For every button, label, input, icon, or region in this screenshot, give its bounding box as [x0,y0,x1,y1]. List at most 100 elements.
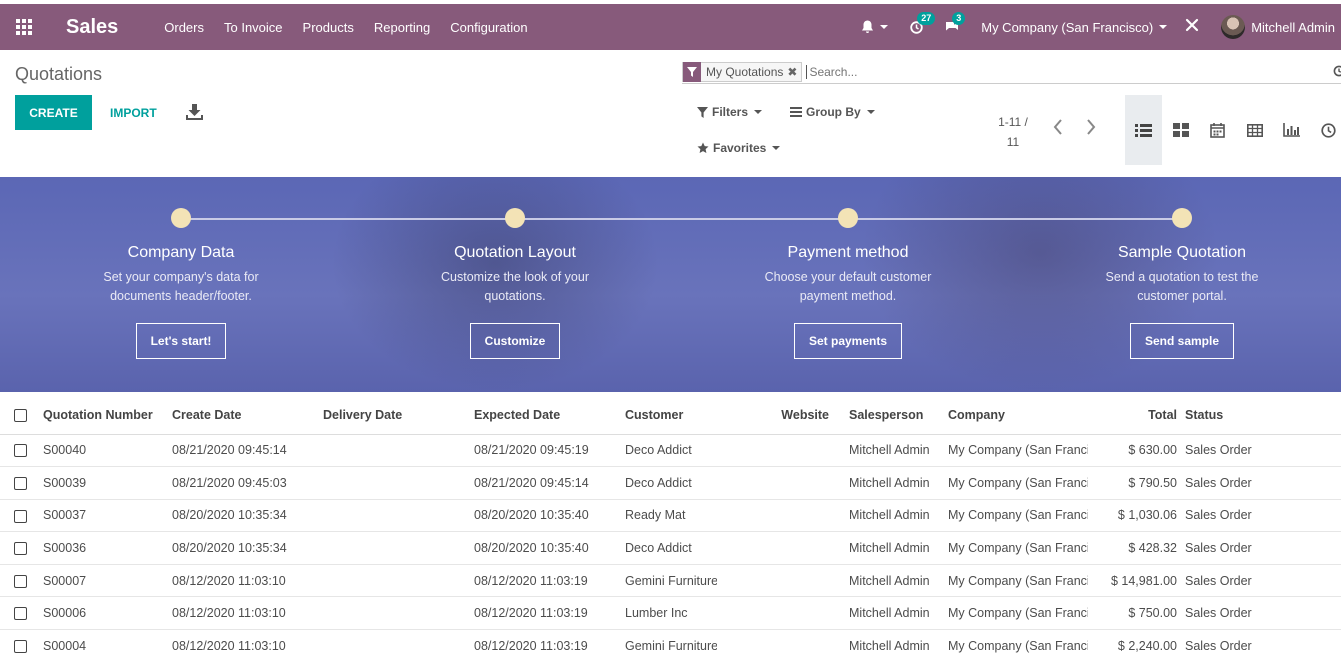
activity-view-button[interactable] [1310,95,1341,165]
filters-dropdown[interactable]: Filters [697,105,763,119]
row-checkbox[interactable] [0,629,43,661]
cell-salesperson: Mitchell Admin [849,563,948,597]
apps-menu-icon[interactable] [0,4,48,50]
cell-company: My Company (San Francisco) [948,433,1088,467]
cell-customer: Deco Addict [625,531,717,565]
search-facet[interactable]: My Quotations ✖ [682,61,803,82]
column-header-expected-date[interactable]: Expected Date [474,396,625,435]
row-checkbox[interactable] [0,498,43,532]
row-checkbox[interactable] [0,531,43,565]
cell-status: Sales Order [1185,531,1341,565]
avatar[interactable] [1221,15,1246,39]
column-header-customer[interactable]: Customer [625,396,717,435]
column-header-delivery-date[interactable]: Delivery Date [323,396,474,435]
pager-value[interactable]: 1-11 / 11 [988,112,1038,152]
company-name: My Company (San Francisco) [981,19,1154,35]
cell-create-date: 08/20/2020 10:35:34 [172,498,323,532]
pager-previous-button[interactable] [1052,118,1064,139]
cell-expected-date: 08/12/2020 11:03:19 [474,629,625,661]
notification-bell[interactable] [861,20,889,34]
import-button[interactable]: IMPORT [100,95,167,130]
cell-salesperson: Mitchell Admin [849,498,948,532]
cell-create-date: 08/12/2020 11:03:10 [172,596,323,630]
download-icon[interactable] [186,104,203,120]
lets-start-button[interactable]: Let's start! [135,323,227,359]
column-header-number[interactable]: Quotation Number [43,396,172,435]
column-header-salesperson[interactable]: Salesperson [849,396,948,435]
messaging-menu[interactable]: 3 [945,12,966,33]
table-row[interactable]: S00004 08/12/2020 11:03:10 08/12/2020 11… [0,629,1341,661]
user-menu[interactable]: Mitchell Admin [1251,20,1335,35]
cell-company: My Company (San Francisco) [948,531,1088,565]
cell-total: $ 2,240.00 [1088,629,1185,661]
app-title[interactable]: Sales [66,16,118,39]
step-description: Set your company's data for documents he… [103,270,259,303]
chevron-right-icon [1087,119,1096,135]
company-switcher[interactable]: My Company (San Francisco) [981,19,1168,35]
chevron-down-icon [1159,25,1168,29]
close-icon[interactable]: ✖ [787,65,801,79]
menu-item-to-invoice[interactable]: To Invoice [224,20,283,35]
search-input[interactable] [806,64,1307,79]
table-row[interactable]: S00007 08/12/2020 11:03:10 08/12/2020 11… [0,563,1341,597]
row-checkbox[interactable] [0,563,43,597]
step-description: Customize the look of your quotations. [441,270,589,303]
onboarding-banner: Company Data Set your company's data for… [0,177,1341,392]
menu-item-products[interactable]: Products [303,20,354,35]
table-row[interactable]: S00006 08/12/2020 11:03:10 08/12/2020 11… [0,596,1341,630]
table-row[interactable]: S00039 08/21/2020 09:45:03 08/21/2020 09… [0,466,1341,500]
activity-menu[interactable]: 27 [910,11,936,34]
calendar-view-button[interactable] [1199,95,1236,165]
table-row[interactable]: S00040 08/21/2020 09:45:14 08/21/2020 09… [0,433,1341,467]
bar-chart-icon [1283,123,1300,137]
cell-create-date: 08/20/2020 10:35:34 [172,531,323,565]
cell-status: Sales Order [1185,629,1341,661]
send-sample-button[interactable]: Send sample [1129,323,1235,359]
groupby-dropdown[interactable]: Group By [790,105,875,119]
kanban-view-button[interactable] [1162,95,1199,165]
list-view-button[interactable] [1125,95,1162,165]
filters-label: Filters [712,105,749,119]
column-header-total[interactable]: Total [1088,396,1185,435]
row-checkbox[interactable] [0,596,43,630]
menu-item-orders[interactable]: Orders [164,20,204,35]
step-dot [838,208,858,228]
cell-expected-date: 08/21/2020 09:45:19 [474,433,625,467]
cell-website [717,596,849,630]
graph-view-button[interactable] [1273,95,1310,165]
row-checkbox[interactable] [0,433,43,467]
column-header-company[interactable]: Company [948,396,1088,435]
step-description: Choose your default customer payment met… [764,270,932,303]
cell-status: Sales Order [1185,433,1341,467]
cell-status: Sales Order [1185,466,1341,500]
cell-website [717,498,849,532]
search-options-icon[interactable] [1333,64,1341,80]
customize-button[interactable]: Customize [469,323,561,359]
menu-item-reporting[interactable]: Reporting [374,20,430,35]
cell-delivery-date [323,563,474,597]
cell-delivery-date [323,466,474,500]
column-header-create-date[interactable]: Create Date [172,396,323,435]
table-row[interactable]: S00037 08/20/2020 10:35:34 08/20/2020 10… [0,498,1341,532]
cell-delivery-date [323,433,474,467]
onboarding-step-company-data: Company Data Set your company's data for… [81,208,281,359]
table-row[interactable]: S00036 08/20/2020 10:35:34 08/20/2020 10… [0,531,1341,565]
cell-company: My Company (San Francisco) [948,596,1088,630]
favorites-dropdown[interactable]: Favorites [697,141,781,155]
menu-item-configuration[interactable]: Configuration [450,20,527,35]
row-checkbox[interactable] [0,466,43,500]
create-button[interactable]: CREATE [15,95,92,130]
set-payments-button[interactable]: Set payments [793,323,903,359]
debug-tools-icon[interactable] [1185,18,1199,37]
cell-customer: Ready Mat [625,498,717,532]
cell-salesperson: Mitchell Admin [849,433,948,467]
column-header-website[interactable]: Website [717,396,849,435]
top-navbar: Sales Orders To Invoice Products Reporti… [0,4,1341,50]
pivot-view-button[interactable] [1236,95,1273,165]
cell-total: $ 14,981.00 [1088,563,1185,597]
pager-next-button[interactable] [1085,118,1097,139]
column-header-status[interactable]: Status [1185,396,1341,435]
step-title: Quotation Layout [454,244,576,261]
cell-delivery-date [323,531,474,565]
select-all-checkbox[interactable] [0,396,43,435]
